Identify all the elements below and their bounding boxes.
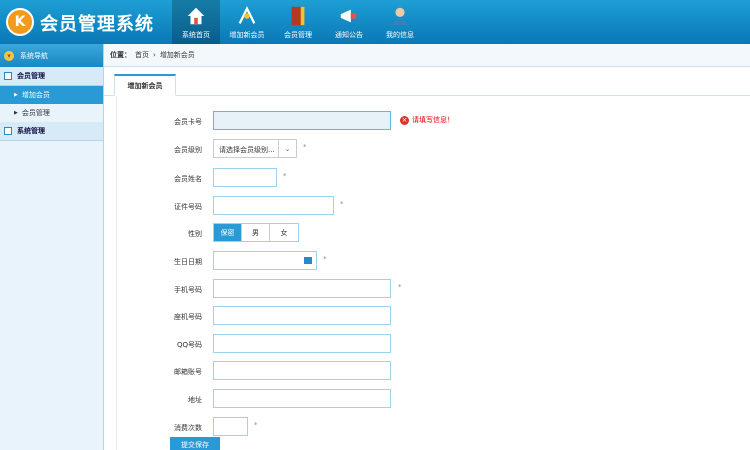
nav-item-my-info[interactable]: 我的信息: [376, 0, 424, 44]
sidebar-item-member-manage[interactable]: ▶ 会员管理: [0, 104, 103, 122]
folder-icon: [4, 72, 12, 80]
nav-label: 增加新会员: [229, 31, 265, 39]
app-title: 会员管理系统: [40, 14, 154, 35]
field-birthday: 生日日期 *: [104, 251, 750, 271]
mobile-input[interactable]: [213, 279, 391, 298]
field-tel: 座机号码: [104, 306, 750, 326]
app-header: K 会员管理系统 系统首页 增加新会员 会员管理 通知公告 我的信息: [0, 0, 750, 44]
error-icon: ×: [400, 115, 409, 125]
nav-item-member-manage[interactable]: 会员管理: [274, 0, 322, 44]
required-mark: *: [283, 172, 287, 180]
field-email: 邮箱账号: [104, 361, 750, 381]
level-select-text: 请选择会员级别...: [219, 146, 275, 154]
label-tel: 座机号码: [174, 313, 202, 321]
sidebar: ▾ 系统导航 会员管理 ▶ 增加会员 ▶ 会员管理 系统管理: [0, 44, 104, 450]
sidebar-group-label: 会员管理: [17, 72, 45, 80]
caret-right-icon: ▶: [14, 92, 18, 98]
sidebar-item-add-member[interactable]: ▶ 增加会员: [0, 86, 103, 104]
error-message: × 请填写信息！: [400, 115, 454, 125]
required-mark: *: [323, 255, 327, 263]
chevron-down-icon: ⌄: [278, 140, 296, 157]
app-logo: K: [6, 8, 34, 36]
nav-label: 通知公告: [335, 31, 363, 39]
gender-option-male[interactable]: 男: [242, 224, 270, 241]
nav-label: 会员管理: [284, 31, 312, 39]
caret-right-icon: ▶: [14, 110, 18, 116]
nav-label: 系统首页: [182, 31, 210, 39]
field-id-no: 证件号码 *: [104, 196, 750, 216]
label-id-no: 证件号码: [174, 203, 202, 211]
id-no-input[interactable]: [213, 196, 334, 215]
required-mark: *: [303, 143, 307, 151]
name-input[interactable]: [213, 168, 277, 187]
required-mark: *: [254, 421, 258, 429]
sidebar-header: ▾ 系统导航: [0, 44, 103, 67]
nav-item-notice[interactable]: 通知公告: [325, 0, 373, 44]
breadcrumb-separator: ›: [153, 51, 156, 59]
label-consume: 消费次数: [174, 424, 202, 432]
email-input[interactable]: [213, 361, 391, 380]
level-select[interactable]: 请选择会员级别... ⌄: [213, 139, 297, 158]
sidebar-group-system[interactable]: 系统管理: [0, 122, 103, 141]
field-address: 地址: [104, 389, 750, 409]
breadcrumb-prefix: 位置：: [110, 51, 131, 59]
required-mark: *: [340, 200, 344, 208]
breadcrumb-home-link[interactable]: 首页: [135, 50, 149, 60]
home-icon: [187, 7, 205, 25]
tel-input[interactable]: [213, 306, 391, 325]
field-card-no: 会员卡号 × 请填写信息！: [104, 111, 750, 131]
add-member-icon: [238, 6, 256, 24]
label-name: 会员姓名: [174, 175, 202, 183]
label-card-no: 会员卡号: [174, 118, 202, 126]
field-mobile: 手机号码 *: [104, 279, 750, 299]
sidebar-item-label: 会员管理: [21, 109, 50, 117]
field-gender: 性别 保密 男 女: [104, 223, 750, 243]
breadcrumb: 位置： 首页 › 增加新会员: [104, 44, 750, 67]
birthday-input[interactable]: [213, 251, 317, 270]
nav-item-home[interactable]: 系统首页: [172, 0, 220, 44]
qq-input[interactable]: [213, 334, 391, 353]
user-icon: [391, 7, 409, 26]
label-level: 会员级别: [174, 146, 202, 154]
nav-label: 我的信息: [386, 31, 414, 39]
sidebar-header-label: 系统导航: [20, 51, 48, 60]
label-email: 邮箱账号: [174, 368, 202, 376]
gender-segmented: 保密 男 女: [213, 223, 299, 242]
calendar-icon[interactable]: [304, 257, 312, 264]
megaphone-icon: [340, 9, 357, 23]
label-qq: QQ号码: [176, 341, 202, 349]
tab-bar: 增加新会员: [104, 70, 750, 96]
nav-item-add-member[interactable]: 增加新会员: [223, 0, 271, 44]
field-name: 会员姓名 *: [104, 168, 750, 188]
card-no-input[interactable]: [213, 111, 391, 130]
error-text: 请填写信息！: [412, 116, 454, 124]
sidebar-group-label: 系统管理: [17, 127, 45, 135]
breadcrumb-current: 增加新会员: [159, 51, 195, 59]
submit-button[interactable]: 提交保存: [170, 437, 220, 450]
tab-add-member[interactable]: 增加新会员: [114, 74, 176, 96]
label-address: 地址: [188, 396, 202, 404]
field-level: 会员级别 请选择会员级别... ⌄ *: [104, 139, 750, 159]
required-mark: *: [398, 283, 402, 291]
gender-option-secret[interactable]: 保密: [214, 224, 242, 241]
top-nav: 系统首页 增加新会员 会员管理 通知公告 我的信息: [172, 0, 427, 44]
field-consume: 消费次数 *: [104, 417, 750, 437]
label-mobile: 手机号码: [174, 286, 202, 294]
label-birthday: 生日日期: [174, 258, 202, 266]
sidebar-group-member[interactable]: 会员管理: [0, 67, 103, 86]
label-gender: 性别: [188, 230, 202, 238]
sidebar-item-label: 增加会员: [21, 91, 50, 99]
folder-icon: [4, 127, 12, 135]
book-icon: [291, 6, 305, 26]
consume-input[interactable]: [213, 417, 248, 436]
gender-option-female[interactable]: 女: [270, 224, 298, 241]
field-qq: QQ号码: [104, 334, 750, 354]
chevron-down-icon: ▾: [4, 50, 14, 61]
address-input[interactable]: [213, 389, 391, 408]
